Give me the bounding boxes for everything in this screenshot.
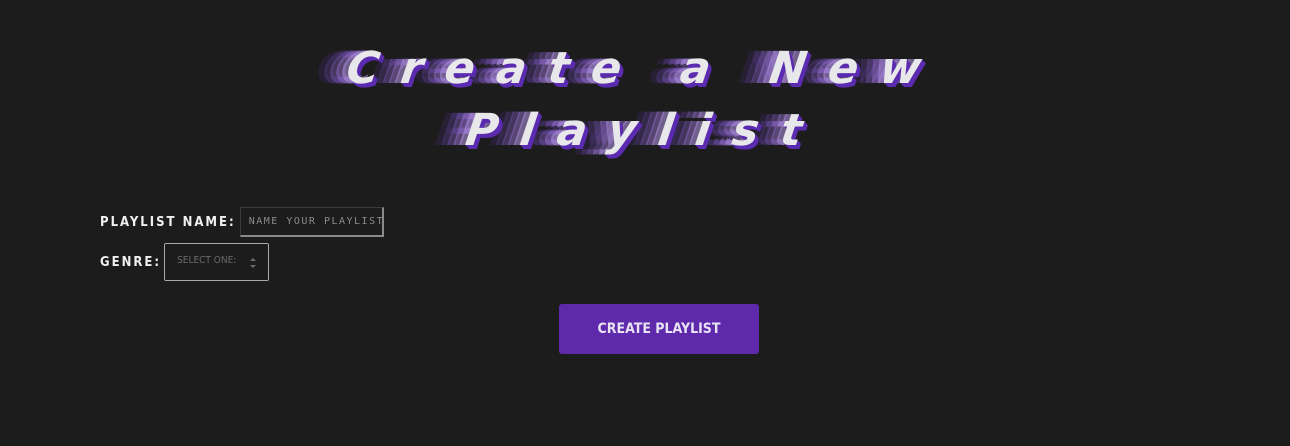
page-title: Create a New Playlist: [0, 38, 1290, 162]
genre-row: Genre: Select One:: [100, 243, 270, 281]
create-playlist-button[interactable]: Create Playlist: [559, 304, 759, 354]
page-title-line-2: Playlist: [462, 105, 828, 156]
page-title-line-1: Create a New: [343, 43, 947, 94]
genre-select-value: Select One:: [177, 255, 237, 266]
up-down-chevron-icon: [250, 258, 257, 268]
genre-label: Genre:: [100, 254, 162, 270]
playlist-name-label: Playlist Name:: [100, 214, 236, 230]
playlist-name-row: Playlist Name:: [100, 207, 384, 237]
genre-select[interactable]: Select One:: [164, 243, 270, 281]
playlist-name-input[interactable]: [239, 207, 384, 237]
